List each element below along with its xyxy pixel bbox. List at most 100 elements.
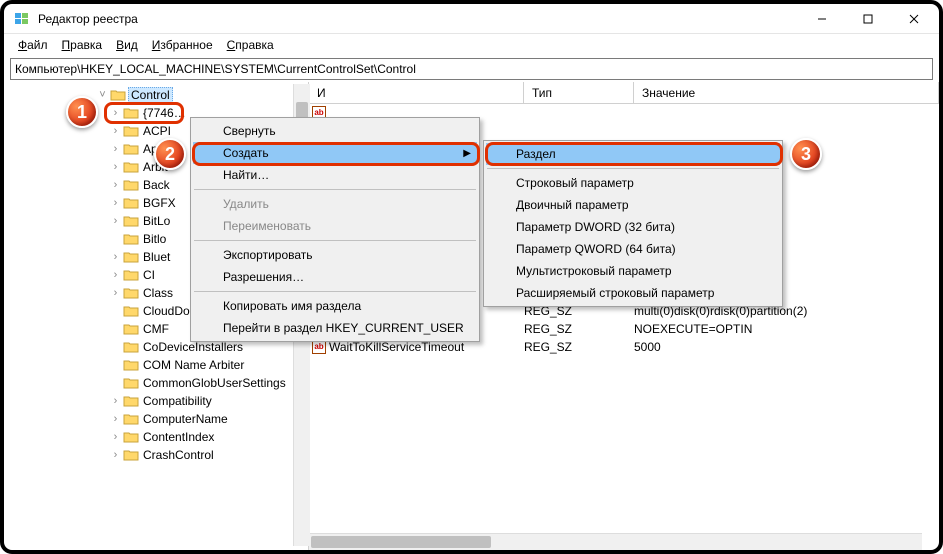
menu-item-label: Расширяемый строковый параметр (516, 286, 714, 300)
menu-item[interactable]: Найти… (193, 164, 477, 186)
maximize-button[interactable] (845, 4, 891, 34)
expand-icon[interactable]: › (108, 125, 123, 137)
folder-icon (123, 178, 139, 192)
folder-icon (123, 142, 139, 156)
tree-row[interactable]: › CrashControl (4, 446, 308, 464)
tree-label: Class (143, 286, 173, 300)
menu-item[interactable]: Расширяемый строковый параметр (486, 282, 780, 304)
tree-row[interactable]: ›Compatibility (4, 392, 308, 410)
menu-item[interactable]: Создать ▶ (193, 142, 477, 164)
expand-icon[interactable]: › (108, 431, 123, 443)
scrollbar-h[interactable] (309, 533, 922, 550)
expand-icon[interactable]: › (108, 161, 123, 173)
menu-item: Переименовать (193, 215, 477, 237)
menu-favorites[interactable]: Избранное (146, 36, 219, 54)
window-title: Редактор реестра (38, 12, 799, 26)
folder-icon (123, 250, 139, 264)
menu-item-label: Параметр DWORD (32 бита) (516, 220, 675, 234)
tree-label: Bluet (143, 250, 170, 264)
menu-item[interactable]: Раздел (486, 143, 780, 165)
tree-label: ACPI (143, 124, 171, 138)
tree-label: COM Name Arbiter (143, 358, 244, 372)
tree-row[interactable]: COM Name Arbiter (4, 356, 308, 374)
col-name[interactable]: И (309, 82, 524, 103)
menu-item[interactable]: Строковый параметр (486, 172, 780, 194)
close-button[interactable] (891, 4, 937, 34)
menu-item-label: Двоичный параметр (516, 198, 629, 212)
tree-label: CMF (143, 322, 169, 336)
tree-label: CommonGlobUserSettings (143, 376, 286, 390)
folder-icon (123, 232, 139, 246)
expand-icon[interactable]: › (108, 413, 123, 425)
minimize-button[interactable] (799, 4, 845, 34)
tree-row[interactable]: CommonGlobUserSettings (4, 374, 308, 392)
folder-icon (123, 322, 139, 336)
col-type[interactable]: Тип (524, 82, 634, 103)
address-bar[interactable]: Компьютер\HKEY_LOCAL_MACHINE\SYSTEM\Curr… (10, 58, 933, 80)
menu-item-label: Найти… (223, 168, 269, 182)
menu-item-label: Разрешения… (223, 270, 304, 284)
menu-item-label: Свернуть (223, 124, 276, 138)
expand-icon[interactable]: › (108, 107, 123, 119)
folder-icon (123, 286, 139, 300)
tree-label: Bitlo (143, 232, 166, 246)
submenu-arrow-icon: ▶ (463, 148, 471, 159)
menu-item[interactable]: Экспортировать (193, 244, 477, 266)
menu-item-label: Параметр QWORD (64 бита) (516, 242, 676, 256)
tree-row[interactable]: ›ContentIndex (4, 428, 308, 446)
folder-icon (123, 394, 139, 408)
expand-icon[interactable]: › (108, 197, 123, 209)
folder-icon (123, 196, 139, 210)
menu-item[interactable]: Свернуть (193, 120, 477, 142)
menu-item[interactable]: Параметр QWORD (64 бита) (486, 238, 780, 260)
menu-item-label: Мультистроковый параметр (516, 264, 672, 278)
menu-item-label: Строковый параметр (516, 176, 634, 190)
menu-help[interactable]: Справка (221, 36, 280, 54)
menubar: Файл Правка Вид Избранное Справка (4, 34, 939, 56)
menu-view[interactable]: Вид (110, 36, 144, 54)
menu-item-label: Экспортировать (223, 248, 313, 262)
tree-label: Back (143, 178, 170, 192)
cell-type: REG_SZ (524, 340, 634, 354)
context-menu-tree: Свернуть Создать ▶ Найти… УдалитьПереименова… (190, 117, 480, 342)
folder-icon (123, 340, 139, 354)
expand-icon[interactable]: › (108, 143, 123, 155)
callout-badge-1: 1 (66, 96, 98, 128)
menu-item[interactable]: Перейти в раздел HKEY_CURRENT_USER (193, 317, 477, 339)
menu-item[interactable]: Двоичный параметр (486, 194, 780, 216)
menu-item[interactable]: Мультистроковый параметр (486, 260, 780, 282)
menu-item[interactable]: Параметр DWORD (32 бита) (486, 216, 780, 238)
menu-item[interactable]: Копировать имя раздела (193, 295, 477, 317)
expand-icon[interactable]: ˅ (95, 89, 110, 101)
folder-icon (123, 160, 139, 174)
cell-value: NOEXECUTE=OPTIN (634, 322, 939, 336)
menu-file[interactable]: Файл (12, 36, 54, 54)
expand-icon[interactable]: › (108, 449, 123, 461)
expand-icon[interactable]: › (108, 395, 123, 407)
col-value[interactable]: Значение (634, 82, 939, 103)
titlebar: Редактор реестра (4, 4, 939, 34)
tree-label: Control (128, 87, 173, 103)
expand-icon[interactable]: › (108, 215, 123, 227)
expand-icon[interactable]: › (108, 287, 123, 299)
scrollbar-thumb[interactable] (311, 536, 491, 548)
expand-icon[interactable]: › (108, 269, 123, 281)
expand-icon[interactable]: › (108, 179, 123, 191)
folder-icon (123, 106, 139, 120)
tree-row[interactable]: › ComputerName (4, 410, 308, 428)
string-value-icon: ab (312, 340, 326, 354)
menu-item-label: Создать (223, 146, 269, 160)
folder-icon (123, 412, 139, 426)
folder-icon (123, 448, 139, 462)
tree-label: {7746… (143, 106, 186, 120)
menu-item: Удалить (193, 193, 477, 215)
expand-icon[interactable]: › (108, 251, 123, 263)
menu-edit[interactable]: Правка (56, 36, 109, 54)
menu-item[interactable]: Разрешения… (193, 266, 477, 288)
folder-icon (123, 358, 139, 372)
tree-label: ComputerName (143, 412, 228, 426)
tree-label: CrashControl (143, 448, 214, 462)
folder-icon (123, 214, 139, 228)
tree-label: BGFX (143, 196, 176, 210)
tree-row[interactable]: ˅ Control (4, 86, 308, 104)
